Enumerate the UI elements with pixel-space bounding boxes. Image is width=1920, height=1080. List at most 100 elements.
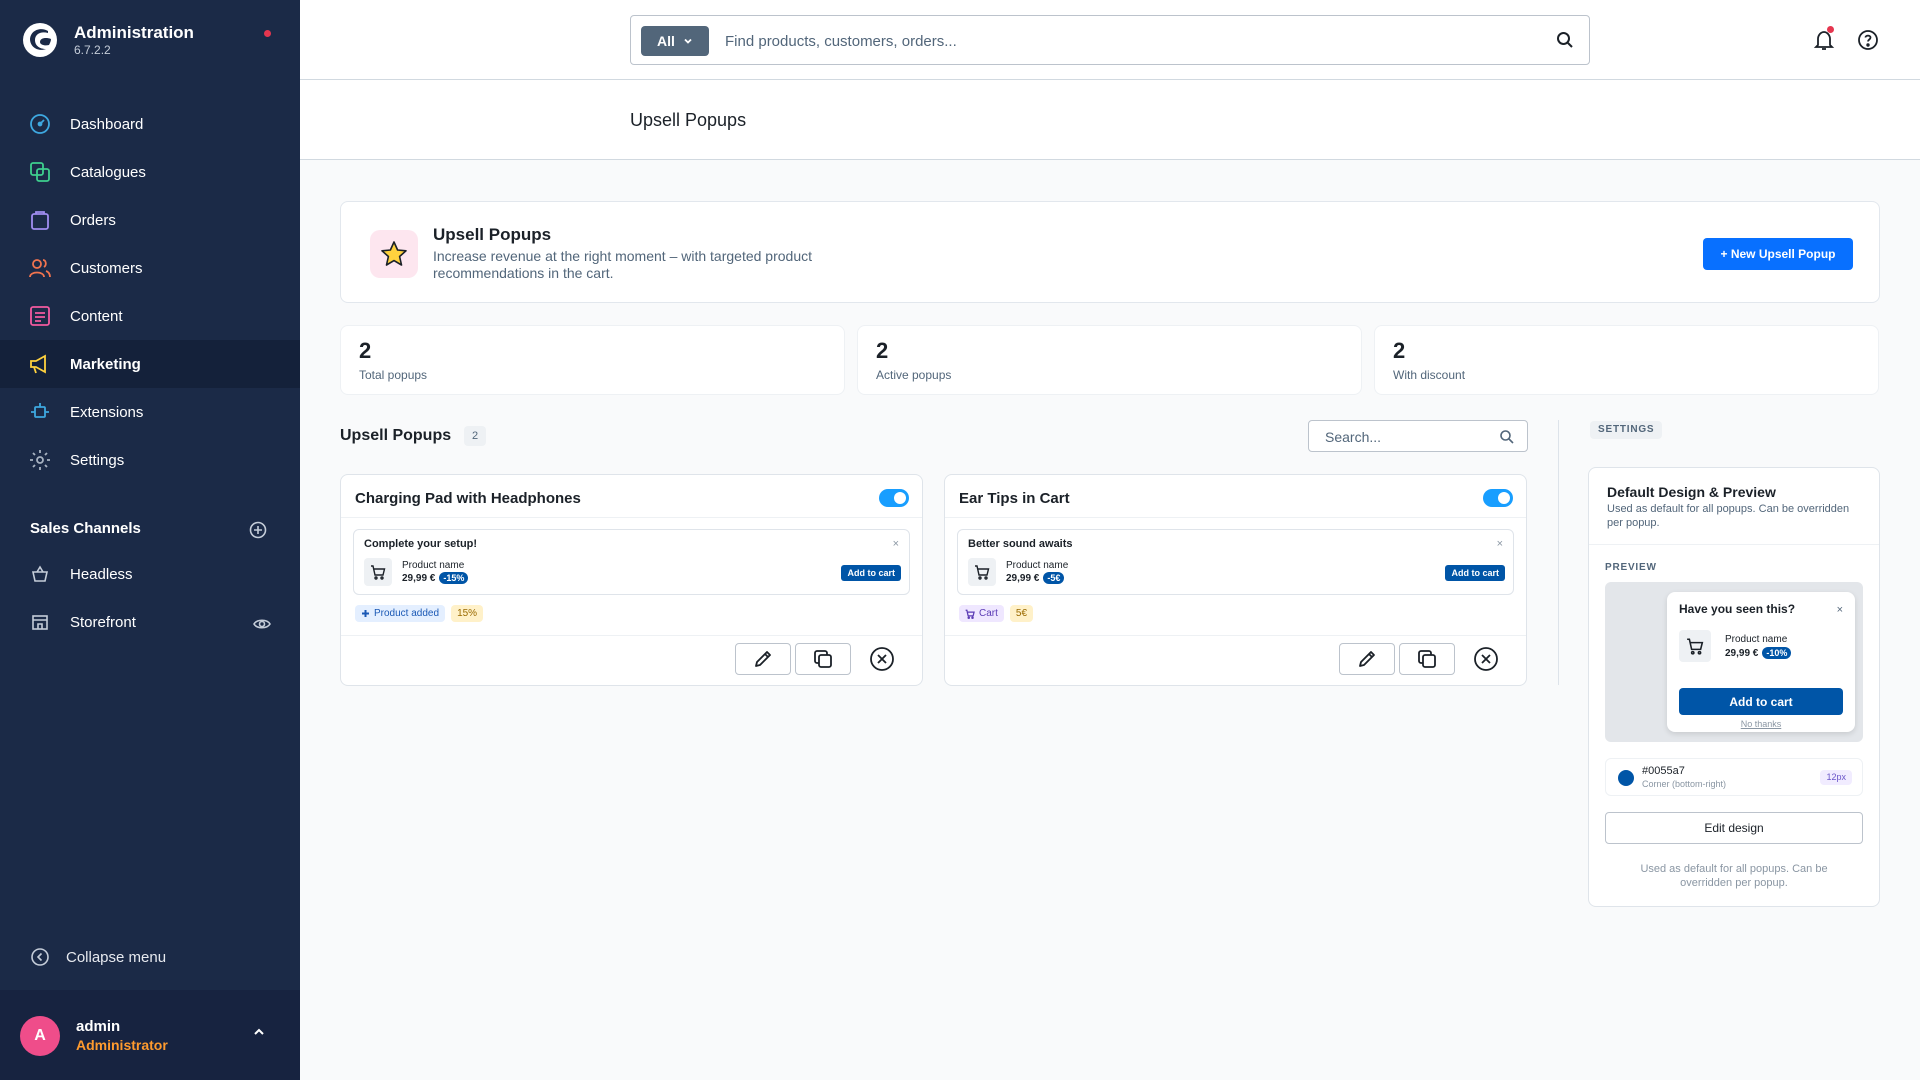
intro-description: Increase revenue at the right moment – w…: [433, 248, 812, 281]
sidebar-item-label: Orders: [70, 211, 116, 229]
eye-icon[interactable]: [252, 614, 272, 634]
close-circle-icon: [1474, 647, 1498, 671]
avatar: A: [20, 1016, 60, 1056]
sidebar-item-content[interactable]: Content: [0, 292, 300, 340]
popup-card: Charging Pad with Headphones Complete yo…: [340, 474, 923, 686]
duplicate-button[interactable]: [795, 643, 851, 675]
list-title: Upsell Popups: [340, 427, 452, 444]
collapse-label: Collapse menu: [66, 948, 167, 966]
trigger-label: Cart: [979, 608, 998, 619]
settings-icon: [28, 448, 52, 472]
list-count-badge: 2: [464, 426, 486, 446]
chevron-up-icon: [254, 1028, 264, 1035]
sidebar-item-label: Customers: [70, 259, 143, 277]
pencil-icon: [755, 651, 771, 667]
divider: [1558, 420, 1559, 685]
delete-button[interactable]: [1472, 645, 1500, 673]
color-hex: #0055a7: [1642, 765, 1685, 777]
search-type-label: All: [657, 33, 675, 49]
main-nav: Dashboard Catalogues Orders Customers Co…: [0, 100, 300, 484]
plus-icon: [362, 610, 369, 617]
discount-badge: -5€: [1043, 572, 1065, 584]
preview-product-name: Product name: [1725, 634, 1788, 645]
close-icon: ×: [1836, 604, 1843, 616]
delete-button[interactable]: [868, 645, 896, 673]
price-value: 29,99 €: [1006, 572, 1040, 584]
add-sales-channel-icon[interactable]: [248, 520, 268, 540]
search-icon[interactable]: [1499, 429, 1515, 445]
cart-icon: [965, 609, 975, 619]
preview-headline: Have you seen this?: [1679, 602, 1796, 616]
brand[interactable]: Administration 6.7.2.2: [22, 22, 194, 58]
list-search: [1308, 420, 1528, 452]
preview-add-to-cart-button: Add to cart: [1445, 565, 1505, 581]
settings-title: Default Design & Preview: [1607, 484, 1776, 500]
user-name: admin: [76, 1018, 121, 1035]
user-role: Administrator: [76, 1037, 168, 1053]
sidebar-item-label: Marketing: [70, 355, 141, 373]
preview-add-to-cart-button: Add to cart: [841, 565, 901, 581]
catalogues-icon: [28, 160, 52, 184]
sidebar-item-marketing[interactable]: Marketing: [0, 340, 300, 388]
preview-popup: Have you seen this? × Product name 29,99…: [1667, 592, 1855, 732]
search-type-dropdown[interactable]: All: [641, 26, 709, 56]
popup-tags: Cart 5€: [959, 605, 1034, 622]
sales-channels-title: Sales Channels: [30, 520, 141, 537]
sidebar-item-extensions[interactable]: Extensions: [0, 388, 300, 436]
sidebar: Administration 6.7.2.2 Dashboard Catalog…: [0, 0, 300, 1080]
app-version: 6.7.2.2: [74, 43, 111, 57]
preview-product-name: Product name: [402, 560, 465, 571]
stat-label: With discount: [1393, 368, 1466, 382]
discount-chip: 15%: [451, 605, 484, 622]
divider: [341, 635, 922, 636]
design-summary: #0055a7 Corner (bottom-right) 12px: [1605, 758, 1863, 796]
stat-with-discount: 2 With discount: [1374, 325, 1879, 395]
popup-tags: Product added 15%: [355, 605, 484, 622]
help-icon[interactable]: [1856, 28, 1880, 52]
color-swatch: [1618, 770, 1634, 786]
sidebar-item-orders[interactable]: Orders: [0, 196, 300, 244]
close-icon: ×: [1496, 538, 1503, 550]
dashboard-icon: [28, 112, 52, 136]
collapse-menu-button[interactable]: Collapse menu: [28, 945, 166, 969]
popup-card: Ear Tips in Cart Better sound awaits × P…: [944, 474, 1527, 686]
sidebar-item-customers[interactable]: Customers: [0, 244, 300, 292]
copy-icon: [1418, 650, 1436, 668]
orders-icon: [28, 208, 52, 232]
edit-design-button[interactable]: Edit design: [1605, 812, 1863, 844]
sidebar-item-headless[interactable]: Headless: [0, 550, 300, 598]
popup-active-toggle[interactable]: [1483, 489, 1513, 507]
stat-active-popups: 2 Active popups: [857, 325, 1362, 395]
topbar: All: [300, 0, 1920, 80]
list-search-input[interactable]: [1325, 427, 1485, 447]
headless-icon: [28, 562, 52, 586]
sidebar-item-label: Settings: [70, 451, 125, 469]
search-icon[interactable]: [1555, 30, 1575, 50]
edit-button[interactable]: [1339, 643, 1395, 675]
settings-description: Used as default for all popups. Can be o…: [1607, 503, 1850, 529]
popup-preview: Better sound awaits × Product name 29,99…: [957, 529, 1514, 595]
popup-title: Charging Pad with Headphones: [355, 490, 581, 507]
extensions-icon: [28, 400, 52, 424]
edit-button[interactable]: [735, 643, 791, 675]
page-title: Upsell Popups: [630, 110, 747, 130]
sidebar-item-catalogues[interactable]: Catalogues: [0, 148, 300, 196]
global-search: All: [630, 15, 1590, 65]
popup-position: Corner (bottom-right): [1642, 779, 1727, 789]
sidebar-item-dashboard[interactable]: Dashboard: [0, 100, 300, 148]
sidebar-item-label: Extensions: [70, 403, 144, 421]
sidebar-item-settings[interactable]: Settings: [0, 436, 300, 484]
divider: [341, 517, 922, 518]
duplicate-button[interactable]: [1399, 643, 1455, 675]
divider: [945, 635, 1526, 636]
notification-badge: [1827, 26, 1834, 33]
stat-value: 2: [1393, 338, 1406, 363]
copy-icon: [814, 650, 832, 668]
search-input[interactable]: [725, 28, 1525, 54]
trigger-chip: Cart: [959, 605, 1004, 622]
stat-label: Total popups: [359, 368, 428, 382]
sidebar-item-label: Catalogues: [70, 163, 146, 181]
popup-active-toggle[interactable]: [879, 489, 909, 507]
new-upsell-popup-button[interactable]: + New Upsell Popup: [1703, 238, 1853, 270]
user-menu[interactable]: A admin Administrator: [0, 990, 300, 1080]
